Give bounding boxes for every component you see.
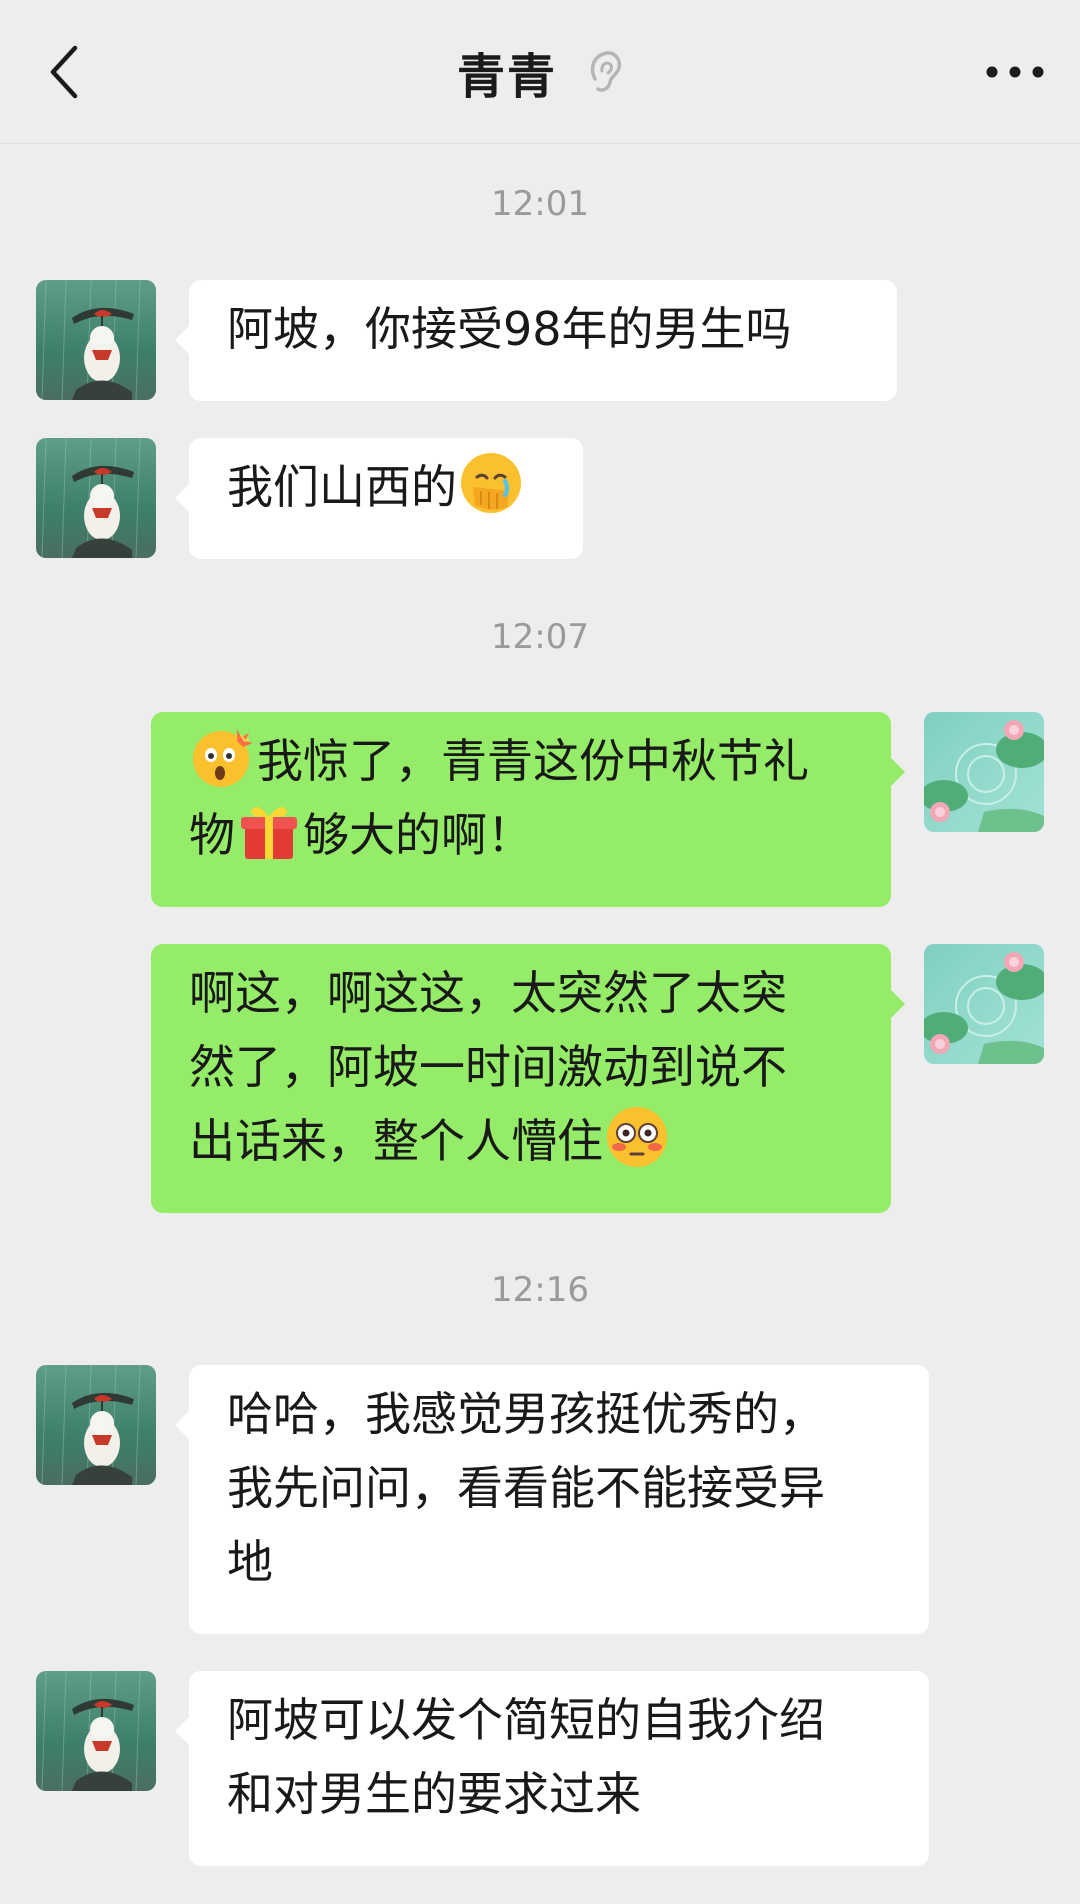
chat-title-wrap: 青青: [0, 37, 1080, 107]
contact-avatar[interactable]: [36, 438, 156, 558]
timestamp: 12:01: [491, 184, 589, 224]
message-line: 地: [227, 1535, 273, 1589]
ear-icon: [587, 49, 623, 95]
contact-avatar[interactable]: [36, 1671, 156, 1791]
message-bubble[interactable]: 我惊了，青青这份中秋节礼 物 够大的啊！: [151, 712, 905, 907]
message-bubble[interactable]: 啊这，啊这这，太突然了太突 然了，阿坡一时间激动到说不 出话来，整个人懵住: [151, 944, 905, 1213]
more-dots-icon: [986, 66, 1044, 78]
self-avatar[interactable]: [924, 712, 1044, 832]
message-line: 啊这，啊这这，太突然了太突: [189, 966, 787, 1020]
message-line: 然了，阿坡一时间激动到说不: [189, 1040, 787, 1094]
chat-header: 青青: [0, 0, 1080, 144]
message-line: 和对男生的要求过来: [227, 1767, 641, 1821]
timestamp: 12:07: [491, 617, 589, 657]
message-bubble[interactable]: 我们山西的: [175, 438, 583, 559]
message-text: 我们山西的: [227, 460, 457, 514]
message-text: 阿坡，你接受98年的男生吗: [227, 302, 792, 356]
chat-title[interactable]: 青青: [457, 37, 557, 107]
message-line: 哈哈，我感觉男孩挺优秀的，: [227, 1387, 825, 1441]
more-options-button[interactable]: [980, 44, 1050, 100]
message-text: 我惊了，青青这份中秋节礼: [257, 734, 809, 788]
gift-emoji: [241, 807, 297, 859]
timestamp: 12:16: [491, 1270, 589, 1310]
flushed-face-emoji: [607, 1107, 667, 1167]
message-text: 出话来，整个人懵住: [189, 1114, 603, 1168]
message-line: 阿坡可以发个简短的自我介绍: [227, 1693, 825, 1747]
message-text: 物: [189, 808, 235, 862]
exploding-head-emoji: [193, 729, 253, 787]
self-avatar[interactable]: [924, 944, 1044, 1064]
message-bubble[interactable]: 阿坡，你接受98年的男生吗: [175, 280, 897, 401]
message-line: 我先问问，看看能不能接受异: [227, 1461, 825, 1515]
contact-avatar[interactable]: [36, 280, 156, 400]
message-text: 够大的啊！: [303, 808, 533, 862]
message-bubble[interactable]: 哈哈，我感觉男孩挺优秀的， 我先问问，看看能不能接受异 地: [175, 1365, 929, 1634]
face-palm-emoji: [461, 453, 521, 513]
contact-avatar[interactable]: [36, 1365, 156, 1485]
message-bubble[interactable]: 阿坡可以发个简短的自我介绍 和对男生的要求过来: [175, 1671, 929, 1866]
